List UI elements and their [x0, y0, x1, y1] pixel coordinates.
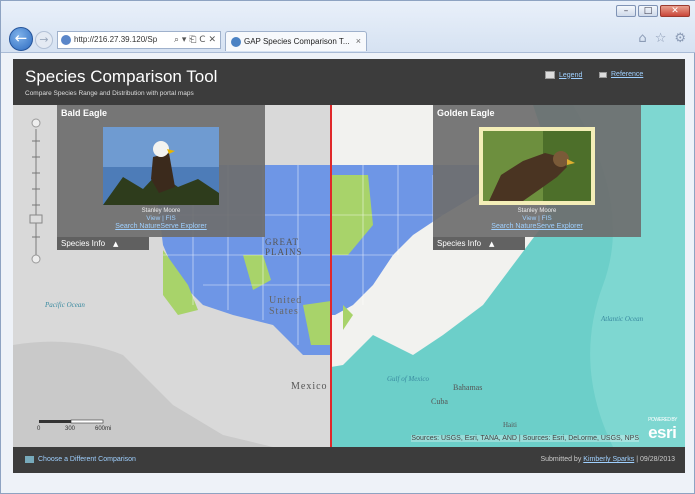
browser-tab[interactable]: GAP Species Comparison T... × — [225, 31, 367, 51]
tab-title: GAP Species Comparison T... — [244, 37, 350, 46]
app-footer: Choose a Different Comparison Submitted … — [13, 447, 685, 473]
esri-logo-text: esri — [648, 423, 677, 442]
label-mexico: Mexico — [291, 381, 328, 392]
label-atlantic-ocean: Atlantic Ocean — [601, 315, 644, 323]
zoom-slider[interactable] — [29, 117, 43, 265]
species-info-tab-left[interactable]: Species Info ▲ — [57, 237, 149, 250]
legend-icon — [545, 71, 555, 79]
scale-tick-0: 0 — [37, 426, 41, 432]
zoom-slider-svg — [29, 118, 43, 264]
species-info-tab-right[interactable]: Species Info ▲ — [433, 237, 525, 250]
app-header: Species Comparison Tool Compare Species … — [13, 59, 685, 105]
label-united-states: United States — [269, 295, 303, 317]
label-haiti: Haiti — [503, 421, 517, 429]
species-info-label-right: Species Info — [437, 239, 482, 248]
species-panel-left: Bald Eagle Stanley Moore View | FIS Sear… — [57, 105, 265, 237]
species-comparison-app: Species Comparison Tool Compare Species … — [13, 59, 685, 473]
expand-up-icon: ▲ — [489, 240, 495, 248]
different-comparison-link[interactable]: Choose a Different Comparison — [25, 456, 136, 463]
forward-button[interactable]: → — [35, 31, 53, 49]
close-window-button[interactable]: ✕ — [660, 5, 690, 17]
window-controls: – □ ✕ — [616, 5, 690, 17]
maximize-button[interactable]: □ — [638, 5, 658, 17]
label-great-plains: GREAT PLAINS — [265, 237, 303, 257]
esri-logo[interactable]: POWERED BY esri — [648, 417, 677, 443]
bald-eagle-image — [103, 127, 219, 205]
page-favicon-icon — [61, 35, 71, 45]
swipe-divider[interactable] — [330, 105, 332, 447]
app-subtitle: Compare Species Range and Distribution w… — [25, 90, 194, 97]
species-info-label-left: Species Info — [61, 239, 106, 248]
favorites-star-icon[interactable]: ☆ — [655, 31, 667, 46]
home-icon[interactable]: ⌂ — [638, 31, 646, 46]
address-controls[interactable]: ⌕ ▾ ⎗ C ✕ — [174, 32, 216, 48]
zoom-out-icon — [31, 254, 41, 264]
browser-toolbar-icons: ⌂ ☆ ⚙ — [638, 31, 686, 46]
submitted-by-prefix: Submitted by — [540, 456, 584, 463]
view-link-right[interactable]: View | FIS — [433, 215, 641, 222]
address-bar[interactable]: http://216.27.39.120/Sp ⌕ ▾ ⎗ C ✕ — [57, 31, 221, 49]
submission-date: | 09/28/2013 — [634, 456, 675, 463]
tab-favicon-icon — [231, 37, 241, 47]
label-bahamas: Bahamas — [453, 383, 483, 392]
browser-window: – □ ✕ ← → http://216.27.39.120/Sp ⌕ ▾ ⎗ … — [0, 0, 695, 494]
comparison-map[interactable]: GREAT PLAINS United States Mexico Pacifi… — [13, 105, 685, 447]
natureserve-link-left[interactable]: Search NatureServe Explorer — [57, 223, 265, 230]
browser-chrome: – □ ✕ ← → http://216.27.39.120/Sp ⌕ ▾ ⎗ … — [1, 1, 695, 53]
submission-info: Submitted by Kimberly Sparks | 09/28/201… — [540, 456, 675, 463]
natureserve-link-right[interactable]: Search NatureServe Explorer — [433, 223, 641, 230]
view-link-left[interactable]: View | FIS — [57, 215, 265, 222]
app-title: Species Comparison Tool — [25, 67, 218, 86]
golden-eagle-photo — [479, 127, 595, 205]
legend-link-label: Legend — [559, 71, 583, 79]
scale-tick-1: 300 — [65, 426, 76, 432]
label-pacific-ocean: Pacific Ocean — [45, 301, 85, 309]
zoom-in-icon — [31, 118, 41, 128]
back-button[interactable]: ← — [9, 27, 33, 51]
reference-link[interactable]: Reference — [599, 71, 643, 78]
reference-link-label: Reference — [611, 71, 644, 78]
label-cuba: Cuba — [431, 397, 448, 406]
different-comparison-label: Choose a Different Comparison — [38, 456, 136, 463]
minimize-button[interactable]: – — [616, 5, 636, 17]
expand-up-icon: ▲ — [113, 240, 119, 248]
golden-eagle-image — [483, 131, 591, 201]
legend-link[interactable]: Legend — [545, 71, 582, 79]
settings-gear-icon[interactable]: ⚙ — [674, 31, 686, 46]
species-name-right: Golden Eagle — [437, 108, 495, 118]
scale-tick-2: 600mi — [95, 426, 112, 432]
tab-close-icon[interactable]: × — [356, 32, 361, 51]
submitter-link[interactable]: Kimberly Sparks — [583, 456, 634, 463]
scale-bar: 0 300 600mi — [37, 419, 111, 433]
comparison-icon — [25, 456, 34, 463]
label-gulf-of-mexico: Gulf of Mexico — [387, 375, 429, 383]
reference-icon — [599, 71, 607, 78]
species-name-left: Bald Eagle — [61, 108, 108, 118]
photo-credit-left: Stanley Moore — [141, 208, 181, 214]
map-attribution: Sources: USGS, Esri, TANA, AND | Sources… — [411, 435, 639, 442]
scale-bar-graphic — [39, 419, 104, 424]
bald-eagle-photo — [103, 127, 219, 205]
address-text: http://216.27.39.120/Sp — [74, 35, 158, 44]
photo-credit-right: Stanley Moore — [517, 208, 557, 214]
species-panel-right: Golden Eagle Stanley Moore View | FIS Se… — [433, 105, 641, 237]
zoom-handle — [29, 214, 43, 224]
